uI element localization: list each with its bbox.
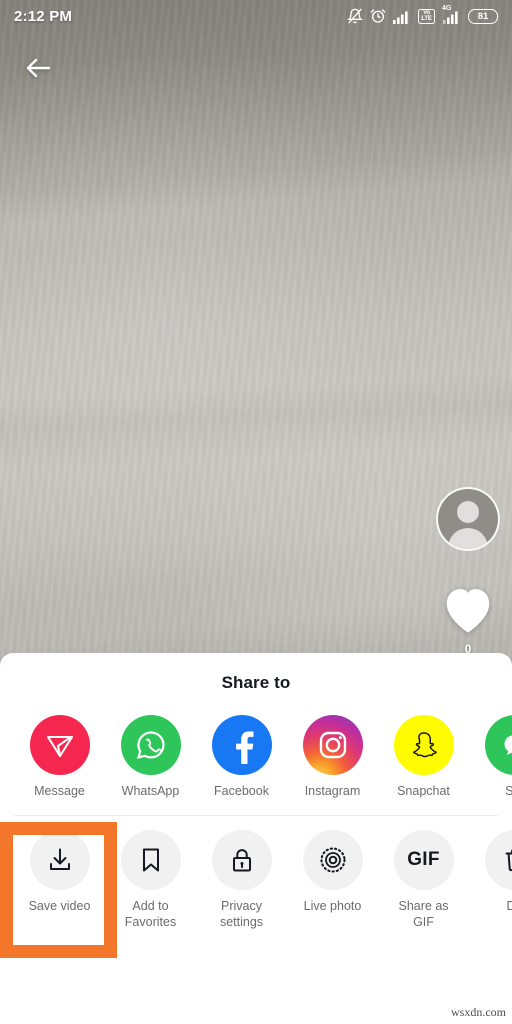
share-item-delete[interactable]: De	[469, 830, 512, 914]
volte-icon: Vo LTE	[418, 8, 435, 24]
sms-icon	[484, 715, 512, 775]
row-divider	[14, 815, 498, 817]
tiktok-message-icon	[29, 715, 90, 775]
status-icons: Vo LTE 4G 81	[347, 5, 498, 24]
share-item-save-video[interactable]: Save video	[14, 830, 105, 914]
back-button[interactable]	[20, 52, 56, 88]
avatar[interactable]	[436, 487, 500, 551]
gif-label: GIF	[407, 849, 440, 871]
live-photo-icon	[302, 830, 363, 891]
share-item-label: De	[506, 899, 512, 914]
signal-bars-icon	[393, 9, 411, 24]
share-item-label: Instagram	[304, 784, 361, 798]
like-button[interactable]: 0	[439, 583, 497, 656]
avatar-head	[457, 501, 479, 523]
sheet-title: Share to	[221, 673, 291, 692]
video-right-rail: 0	[436, 487, 500, 656]
signal-4g-icon: 4G	[442, 5, 461, 24]
watermark: wsxdn.com	[451, 1005, 506, 1019]
share-item-label: SM	[505, 784, 512, 798]
facebook-icon	[211, 715, 272, 775]
share-item-label: Message	[34, 784, 85, 798]
share-item-label: Save video	[28, 899, 91, 914]
signal-4g-label: 4G	[442, 4, 452, 12]
share-item-label: Share as GIF	[398, 899, 449, 929]
back-arrow-icon	[24, 56, 52, 85]
share-item-privacy-settings[interactable]: Privacy settings	[196, 830, 287, 930]
volte-line-2: LTE	[421, 16, 432, 22]
lock-icon	[211, 830, 272, 891]
alarm-clock-icon	[370, 8, 386, 24]
battery-indicator: 81	[468, 8, 498, 24]
instagram-icon	[302, 715, 363, 775]
status-bar: 2:12 PM Vo LTE 4G 81	[0, 0, 512, 32]
share-apps-row: Message WhatsApp Facebook Instagram Snap…	[0, 715, 512, 815]
share-item-instagram[interactable]: Instagram	[287, 715, 378, 799]
share-item-snapchat[interactable]: Snapchat	[378, 715, 469, 799]
share-item-message[interactable]: Message	[14, 715, 105, 799]
avatar-body	[448, 528, 488, 549]
share-item-label: Facebook	[214, 784, 269, 798]
share-item-add-to-favorites[interactable]: Add to Favorites	[105, 830, 196, 930]
bookmark-icon	[120, 830, 181, 891]
share-actions-row: Save video Add to Favorites Privacy sett…	[0, 830, 512, 940]
share-item-facebook[interactable]: Facebook	[196, 715, 287, 799]
share-item-live-photo[interactable]: Live photo	[287, 830, 378, 914]
share-item-label: Add to Favorites	[124, 899, 177, 929]
gif-icon: GIF	[393, 830, 454, 891]
trash-icon	[484, 830, 512, 891]
snapchat-icon	[393, 715, 454, 775]
share-item-label: WhatsApp	[121, 784, 180, 798]
whatsapp-icon	[120, 715, 181, 775]
share-item-sms[interactable]: SM	[469, 715, 512, 799]
share-item-label: Privacy settings	[219, 899, 264, 929]
download-icon	[29, 830, 90, 891]
heart-icon	[439, 583, 497, 640]
bell-muted-icon	[347, 8, 363, 24]
share-item-label: Live photo	[303, 899, 362, 914]
battery-level: 81	[477, 10, 489, 22]
share-item-label: Snapchat	[397, 784, 450, 798]
share-item-whatsapp[interactable]: WhatsApp	[105, 715, 196, 799]
share-item-share-as-gif[interactable]: GIF Share as GIF	[378, 830, 469, 930]
status-time: 2:12 PM	[14, 7, 73, 25]
share-sheet: Share to Message WhatsApp Facebook Insta…	[0, 653, 512, 1024]
